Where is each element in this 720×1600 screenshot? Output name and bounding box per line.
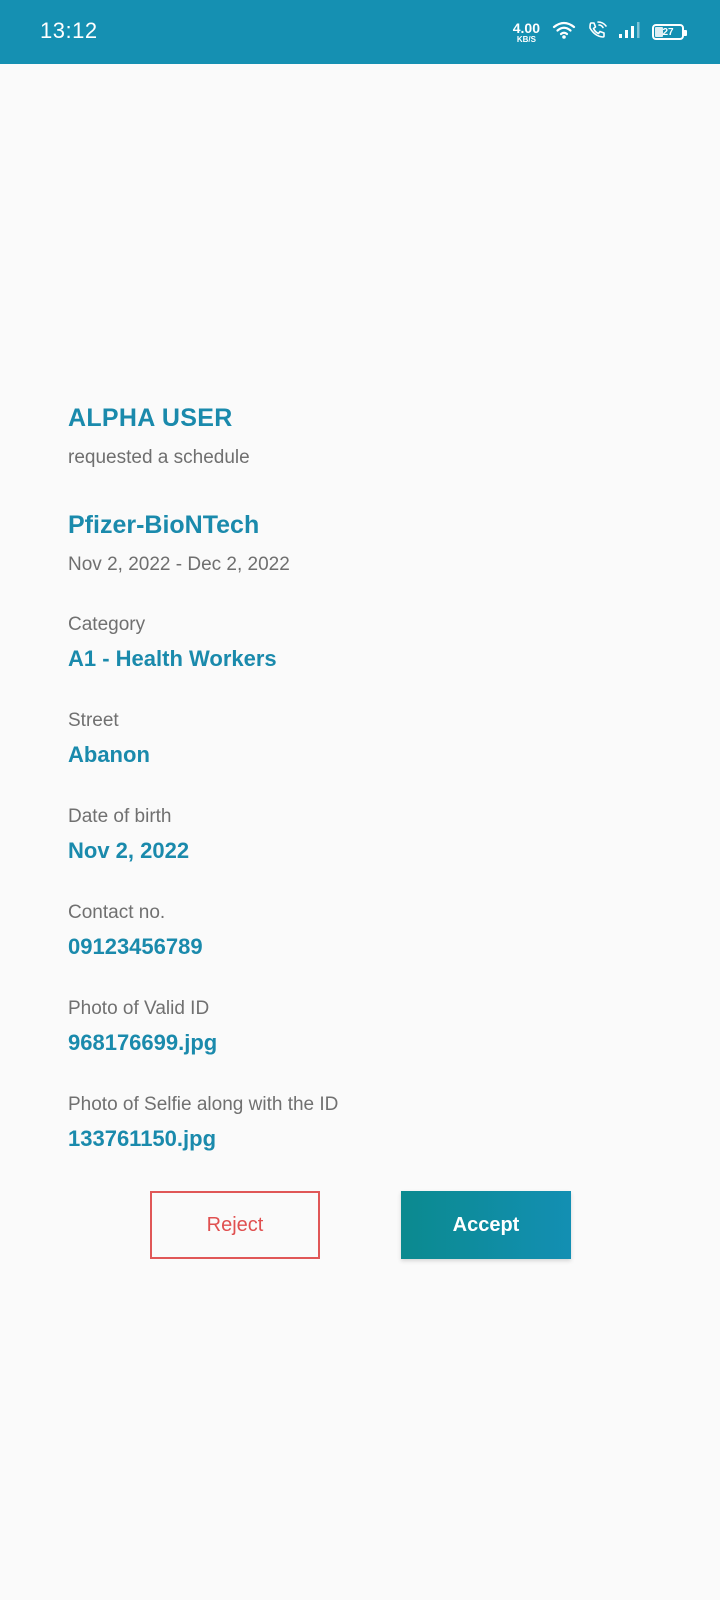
field-label: Date of birth [68,806,172,827]
schedule-date-range: Nov 2, 2022 - Dec 2, 2022 [68,554,290,575]
field-value: Abanon [68,742,150,767]
signal-icon [618,20,640,45]
battery-level: 27 [662,26,674,38]
battery-icon: 27 [652,24,687,40]
field-date-of-birth: Date of birth Nov 2, 2022 [68,806,668,864]
field-selfie-photo: Photo of Selfie along with the ID 133761… [68,1094,668,1152]
status-icons: 4.00 KB/S 27 [513,16,687,48]
status-time: 13:12 [40,18,98,43]
wifi-calling-icon [586,20,608,45]
valid-id-photo-link[interactable]: 968176699.jpg [68,1030,668,1056]
field-label: Street [68,710,119,731]
request-action-text: requested a schedule [68,447,250,468]
field-contact-number: Contact no. 09123456789 [68,902,668,960]
wifi-icon [552,20,576,45]
field-value: Nov 2, 2022 [68,838,190,863]
network-speed-unit: KB/S [516,34,536,44]
field-valid-id-photo: Photo of Valid ID 968176699.jpg [68,998,668,1056]
field-label: Photo of Selfie along with the ID [68,1094,339,1115]
field-street: Street Abanon [68,710,668,768]
field-label: Photo of Valid ID [68,998,210,1019]
field-label: Contact no. [68,902,166,923]
field-value: 09123456789 [68,934,203,959]
schedule-request-details: ALPHA USER requested a schedule Pfizer-B… [68,404,668,1152]
accept-button[interactable]: Accept [401,1191,571,1259]
action-buttons: Reject Accept [0,1191,720,1259]
field-label: Category [68,614,146,635]
network-speed-value: 4.00 [512,19,540,36]
requester-name: ALPHA USER [68,404,233,432]
field-value: A1 - Health Workers [68,646,277,671]
reject-button[interactable]: Reject [150,1191,320,1259]
network-speed: 4.00 KB/S [513,21,540,44]
vaccine-name: Pfizer-BioNTech [68,511,260,539]
field-category: Category A1 - Health Workers [68,614,668,672]
status-bar: 13:12 4.00 KB/S 27 [0,0,720,64]
selfie-photo-link[interactable]: 133761150.jpg [68,1126,668,1152]
